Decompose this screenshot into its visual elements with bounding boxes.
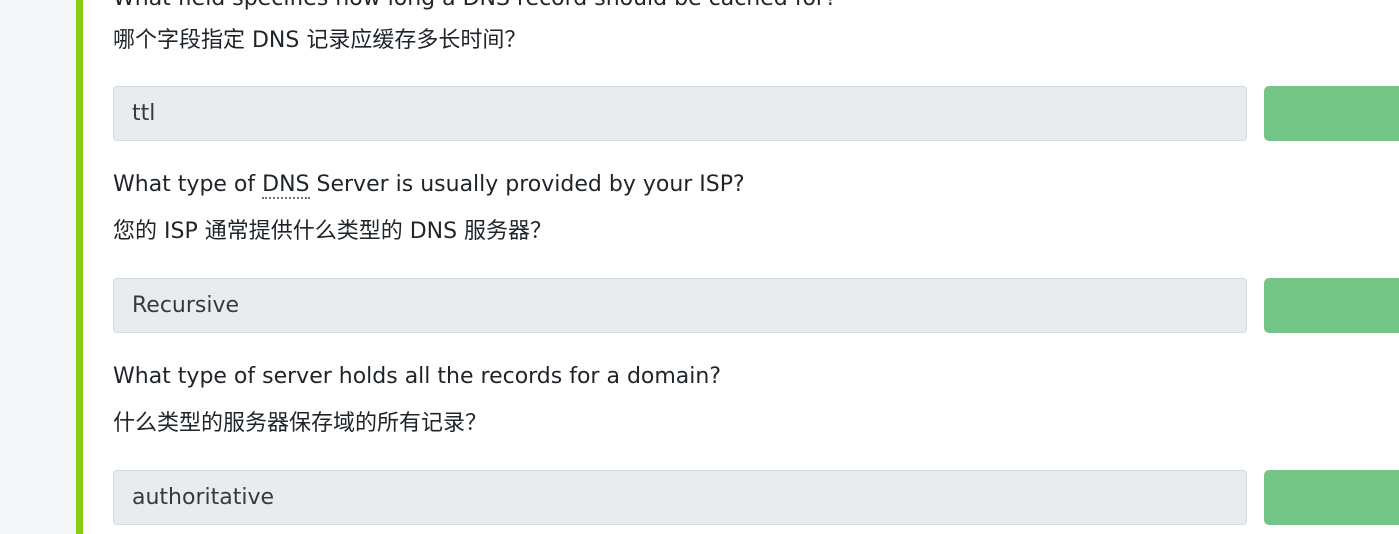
- question-3-text: What type of server holds all the record…: [113, 364, 722, 389]
- task-page: What field specifies how long a DNS reco…: [0, 0, 1399, 534]
- task-accent-bar: [76, 0, 83, 534]
- answer-field-2[interactable]: Recursive: [113, 278, 1247, 333]
- answer-field-3[interactable]: authoritative: [113, 470, 1247, 525]
- questions-panel: What field specifies how long a DNS reco…: [83, 0, 1399, 534]
- question-2-text: What type of DNS Server is usually provi…: [113, 171, 745, 199]
- question-1-text: What field specifies how long a DNS reco…: [113, 0, 837, 11]
- left-gutter: [0, 0, 76, 534]
- question-2-suffix: Server is usually provided by your ISP?: [309, 172, 745, 197]
- submit-button-3-correct[interactable]: [1264, 470, 1399, 525]
- question-3-translation: 什么类型的服务器保存域的所有记录？: [113, 411, 488, 436]
- submit-button-1-correct[interactable]: [1264, 86, 1399, 141]
- dns-abbreviation[interactable]: DNS: [262, 172, 310, 199]
- submit-button-2-correct[interactable]: [1264, 278, 1399, 333]
- question-2-translation: 您的 ISP 通常提供什么类型的 DNS 服务器？: [113, 219, 553, 244]
- answer-field-1[interactable]: ttl: [113, 86, 1247, 141]
- question-2-prefix: What type of: [113, 172, 263, 197]
- question-1-translation: 哪个字段指定 DNS 记录应缓存多长时间？: [113, 28, 527, 53]
